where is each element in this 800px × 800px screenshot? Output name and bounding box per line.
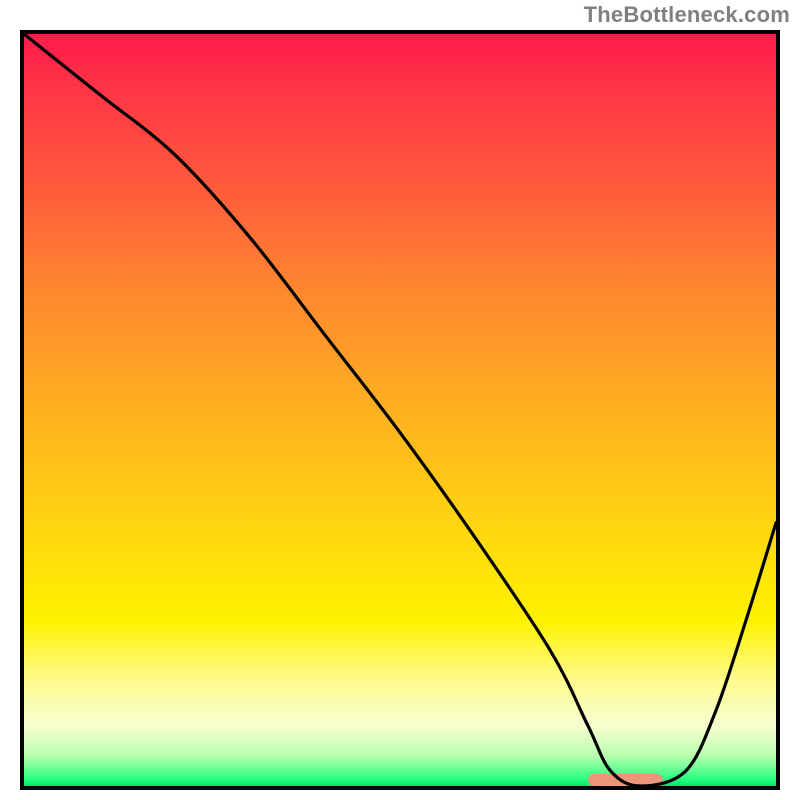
plot-frame bbox=[20, 30, 780, 790]
chart-container: TheBottleneck.com bbox=[0, 0, 800, 800]
bottleneck-line bbox=[24, 34, 776, 786]
watermark-text: TheBottleneck.com bbox=[584, 2, 790, 28]
